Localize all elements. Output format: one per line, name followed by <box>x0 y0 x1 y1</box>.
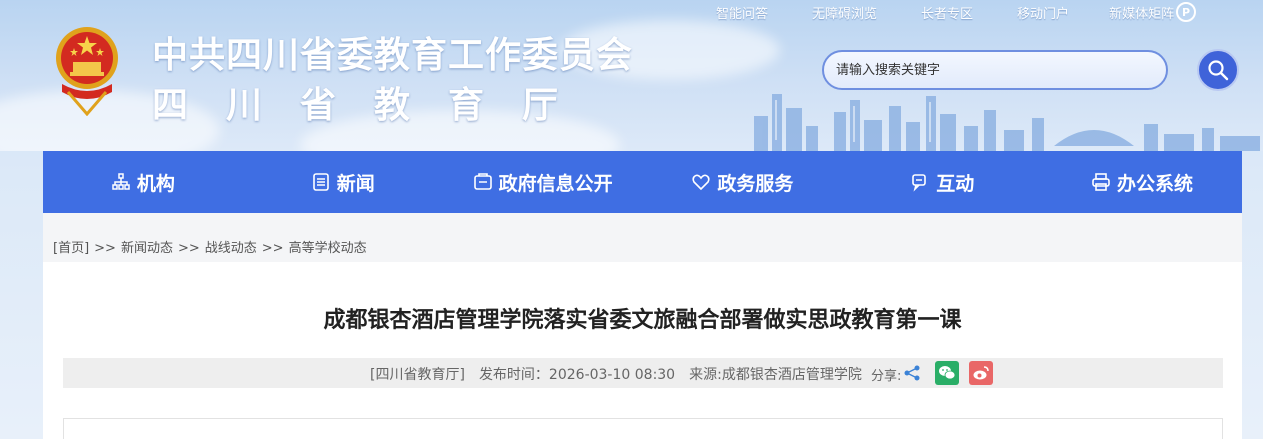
search-input[interactable] <box>822 50 1168 90</box>
breadcrumb: [首页] >> 新闻动态 >> 战线动态 >> 高等学校动态 <box>53 237 367 256</box>
nav-label-office: 办公系统 <box>1117 172 1194 195</box>
search-icon <box>1208 60 1229 81</box>
breadcrumb-news[interactable]: 新闻动态 <box>121 241 173 256</box>
nav-item-office[interactable]: 办公系统 <box>1042 151 1242 213</box>
article-meta: [四川省教育厅] 发布时间：2026-03-10 08:30 来源:成都银杏酒店… <box>370 364 862 384</box>
article-source: 来源:成都银杏酒店管理学院 <box>689 367 862 383</box>
nav-label-news: 新闻 <box>336 172 375 195</box>
top-links: 智能问答 无障碍浏览 长者专区 移动门户 新媒体矩阵 P <box>716 2 1197 22</box>
share-icon[interactable] <box>903 364 921 382</box>
media-matrix-icon: P <box>1176 2 1197 22</box>
site-subtitle: 四川省教育厅 <box>152 85 597 126</box>
content-panel: [首页] >> 新闻动态 >> 战线动态 >> 高等学校动态 成都银杏酒店管理学院落实省委文… <box>43 213 1242 439</box>
breadcrumb-separator: >> <box>261 241 284 256</box>
nav-item-service[interactable]: 政务服务 <box>642 151 842 213</box>
article-meta-bar: [四川省教育厅] 发布时间：2026-03-10 08:30 来源:成都银杏酒店… <box>63 358 1223 388</box>
chat-icon <box>912 174 927 192</box>
wechat-icon <box>939 366 956 380</box>
article-body <box>63 418 1223 439</box>
org-chart-icon <box>112 173 130 190</box>
breadcrumb-higher-ed[interactable]: 高等学校动态 <box>289 241 367 256</box>
top-link-smart-qa[interactable]: 智能问答 <box>716 3 768 22</box>
article-publish-time: 发布时间：2026-03-10 08:30 <box>478 367 676 383</box>
news-icon <box>312 173 329 191</box>
main-nav: 机构 新闻 政府信息公开 政务服务 互动 办公系统 <box>43 151 1242 213</box>
share-label: 分享: <box>871 369 902 384</box>
nav-label-interaction: 互动 <box>936 172 975 195</box>
nav-item-org[interactable]: 机构 <box>43 151 243 213</box>
article-title: 成都银杏酒店管理学院落实省委文旅融合部署做实思政教育第一课 <box>323 308 962 333</box>
wechat-share-button[interactable] <box>935 361 959 385</box>
national-emblem-icon <box>56 27 118 116</box>
nav-label-org: 机构 <box>136 172 175 195</box>
top-link-new-media-label[interactable]: 新媒体矩阵 <box>1109 3 1174 22</box>
site-title: 中共四川省委教育工作委员会 <box>152 35 634 76</box>
site-header: 中共四川省委教育工作委员会 四川省教育厅 智能问答 无障碍浏览 长者专区 移动门… <box>0 0 1263 151</box>
info-disclosure-icon <box>473 173 492 190</box>
breadcrumb-separator: >> <box>177 241 200 256</box>
breadcrumb-home[interactable]: [首页] <box>53 241 89 256</box>
weibo-icon <box>973 366 989 380</box>
top-link-elderly[interactable]: 长者专区 <box>921 3 973 22</box>
nav-item-news[interactable]: 新闻 <box>243 151 443 213</box>
breadcrumb-frontline[interactable]: 战线动态 <box>205 241 257 256</box>
printer-icon <box>1092 173 1110 191</box>
service-icon <box>692 174 710 191</box>
nav-label-service: 政务服务 <box>717 172 794 195</box>
breadcrumb-separator: >> <box>94 241 116 256</box>
top-link-mobile[interactable]: 移动门户 <box>1017 3 1069 22</box>
top-link-accessibility[interactable]: 无障碍浏览 <box>812 3 877 22</box>
search-button[interactable] <box>1197 49 1239 91</box>
breadcrumb-bar: [首页] >> 新闻动态 >> 战线动态 >> 高等学校动态 <box>43 213 1242 262</box>
nav-item-interaction[interactable]: 互动 <box>842 151 1042 213</box>
weibo-share-button[interactable] <box>969 361 993 385</box>
nav-label-info-disclosure: 政府信息公开 <box>498 172 613 195</box>
nav-item-info-disclosure[interactable]: 政府信息公开 <box>443 151 643 213</box>
top-link-new-media[interactable]: 新媒体矩阵 P <box>1109 2 1197 22</box>
city-skyline-icon <box>754 94 1260 151</box>
article-publisher: [四川省教育厅] <box>370 367 465 383</box>
